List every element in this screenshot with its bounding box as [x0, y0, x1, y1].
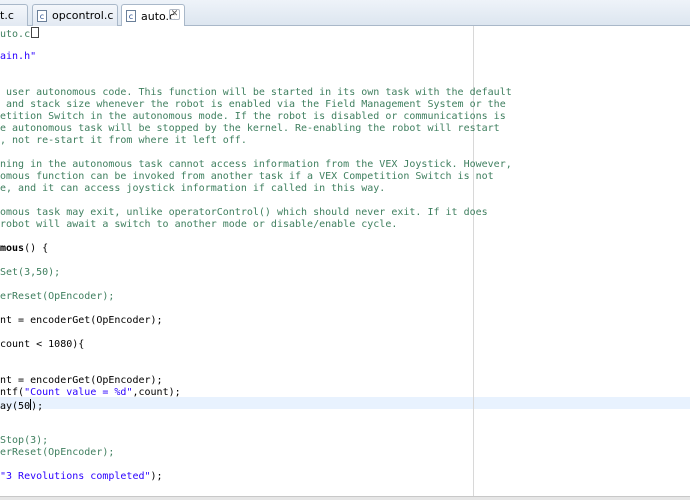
code-token: () { [24, 243, 49, 254]
code-token: user autonomous code. This function will… [0, 87, 512, 98]
code-line: count < 1080){ [0, 339, 84, 351]
code-token: omous task may exit, unlike operatorCont… [0, 207, 488, 218]
code-line: ain.h" [0, 51, 36, 63]
code-token: omous function can be invoked from anoth… [0, 171, 494, 182]
code-token: nt = encoderGet(OpEncoder); [0, 315, 163, 326]
code-token: robot will await a switch to another mod… [0, 219, 398, 230]
close-tab-icon[interactable]: ✕ [169, 9, 180, 20]
bracket-marker-icon [31, 27, 40, 38]
tab-auto-c[interactable]: c auto.c ✕ [121, 4, 185, 27]
code-line: erReset(OpEncoder); [0, 447, 114, 459]
code-line: nt = encoderGet(OpEncoder); [0, 315, 163, 327]
code-token: Stop(3); [0, 435, 49, 446]
c-file-icon: c [126, 10, 136, 22]
code-line: nt = encoderGet(OpEncoder); [0, 375, 163, 387]
code-token: etition Switch in the autonomous mode. I… [0, 111, 506, 122]
code-token: erReset(OpEncoder); [0, 291, 115, 302]
code-line: erReset(OpEncoder); [0, 291, 114, 303]
code-token: ); [31, 401, 44, 412]
code-token: Set(3,50); [0, 267, 61, 278]
code-line: , not re-start it from where it left off… [0, 135, 247, 147]
code-token: and stack size whenever the robot is ena… [0, 99, 506, 110]
code-token: mous [0, 243, 25, 254]
code-line: mous() { [0, 243, 48, 255]
horizontal-scrollbar[interactable] [0, 496, 690, 500]
editor-tab-bar: it.c c opcontrol.c c auto.c ✕ [0, 0, 690, 27]
code-token: "3 Revolutions completed" [0, 471, 151, 482]
code-token: ,count); [132, 387, 181, 398]
code-line: robot will await a switch to another mod… [0, 219, 397, 231]
c-file-icon: c [37, 9, 47, 22]
code-token: ); [150, 471, 163, 482]
code-token: e, and it can access joystick informatio… [0, 183, 386, 194]
code-line: ning in the autonomous task cannot acces… [0, 159, 512, 171]
code-token: "Count value = %d" [24, 387, 133, 398]
code-token: erReset(OpEncoder); [0, 447, 115, 458]
code-line: etition Switch in the autonomous mode. I… [0, 111, 506, 123]
tab-opcontrol-c[interactable]: c opcontrol.c [32, 4, 118, 26]
code-token: ain.h" [0, 51, 37, 62]
code-token: , not re-start it from where it left off… [0, 135, 247, 146]
tab-label: it.c [0, 9, 14, 22]
code-line: and stack size whenever the robot is ena… [0, 99, 506, 111]
code-token: ntf( [0, 387, 25, 398]
code-line: "3 Revolutions completed"); [0, 471, 163, 483]
code-line: Stop(3); [0, 435, 48, 447]
code-line: uto.c [0, 27, 40, 40]
code-line: ntf("Count value = %d",count); [0, 387, 181, 399]
code-token: ning in the autonomous task cannot acces… [0, 159, 512, 170]
code-token: e autonomous task will be stopped by the… [0, 123, 500, 134]
code-line: e, and it can access joystick informatio… [0, 183, 385, 195]
code-token: count < 1080){ [0, 339, 85, 350]
tab-init-c[interactable]: it.c [0, 4, 28, 26]
tab-label: opcontrol.c [52, 9, 114, 22]
code-token: uto.c [0, 29, 31, 40]
code-line: user autonomous code. This function will… [0, 87, 512, 99]
code-token: nt = encoderGet(OpEncoder); [0, 375, 163, 386]
code-token: ay(50 [0, 401, 31, 412]
code-line: omous function can be invoked from anoth… [0, 171, 494, 183]
code-editor[interactable]: uto.c ain.h" user autonomous code. This f… [0, 26, 690, 496]
code-line: e autonomous task will be stopped by the… [0, 123, 500, 135]
code-line: omous task may exit, unlike operatorCont… [0, 207, 488, 219]
code-line: ay(50); [0, 399, 44, 412]
code-line: Set(3,50); [0, 267, 60, 279]
